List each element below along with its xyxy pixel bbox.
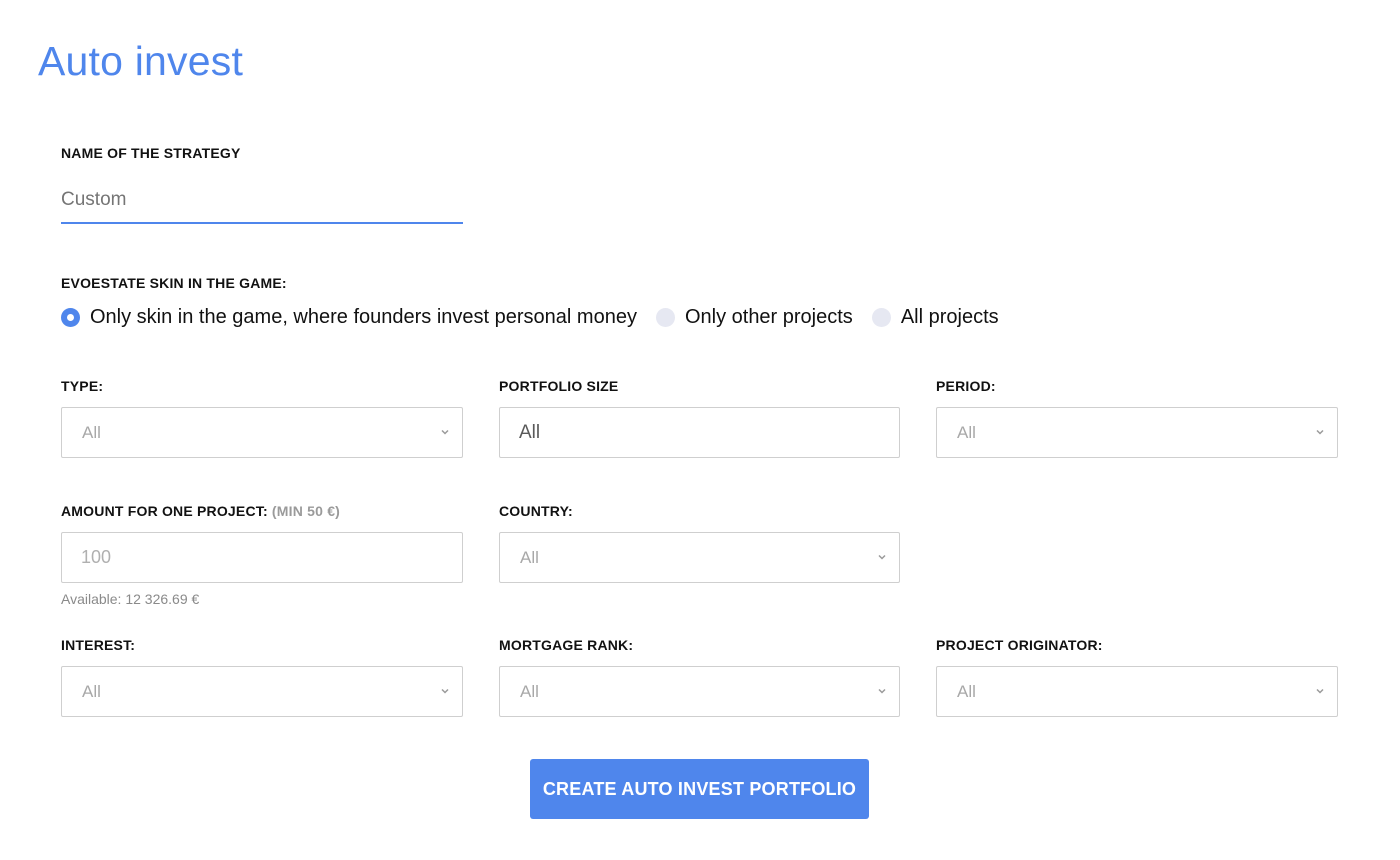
amount-min-note: (MIN 50 €) xyxy=(271,503,341,519)
project-originator-select-value: All xyxy=(957,681,976,701)
radio-option-label: Only other projects xyxy=(684,305,853,328)
radio-button[interactable] xyxy=(655,307,675,327)
radio-option-skin-only[interactable]: Only skin in the game, where founders in… xyxy=(61,306,637,329)
country-label: COUNTRY: xyxy=(499,503,573,519)
chevron-down-icon xyxy=(878,554,886,560)
chevron-down-icon xyxy=(1316,688,1324,694)
type-select-value: All xyxy=(82,422,101,442)
page-title: Auto invest xyxy=(38,38,244,84)
strategy-name-input[interactable] xyxy=(61,178,463,222)
portfolio-size-input[interactable]: All xyxy=(499,407,900,458)
amount-input[interactable]: 100 xyxy=(61,532,463,583)
chevron-down-icon xyxy=(441,429,449,435)
radio-option-all-projects[interactable]: All projects xyxy=(871,305,999,329)
mortgage-rank-label: MORTGAGE RANK: xyxy=(499,637,634,653)
interest-select-value: All xyxy=(82,681,101,701)
strategy-name-label: NAME OF THE STRATEGY xyxy=(61,145,241,161)
interest-select[interactable]: All xyxy=(61,666,463,717)
radio-button[interactable] xyxy=(871,307,891,327)
available-balance: Available: 12 326.69 € xyxy=(61,591,200,607)
portfolio-size-value: All xyxy=(519,421,541,443)
chevron-down-icon xyxy=(441,688,449,694)
radio-option-other-projects[interactable]: Only other projects xyxy=(655,305,853,329)
create-auto-invest-portfolio-button[interactable]: CREATE AUTO INVEST PORTFOLIO xyxy=(530,759,869,819)
amount-label-text: AMOUNT FOR ONE PROJECT: xyxy=(61,503,268,519)
chevron-down-icon xyxy=(1316,429,1324,435)
amount-label: AMOUNT FOR ONE PROJECT: (MIN 50 €) xyxy=(61,503,340,519)
period-label: PERIOD: xyxy=(936,378,996,394)
skin-in-game-label: EVOESTATE SKIN IN THE GAME: xyxy=(61,275,287,291)
project-originator-select[interactable]: All xyxy=(936,666,1338,717)
period-select[interactable]: All xyxy=(936,407,1338,458)
type-label: TYPE: xyxy=(61,378,104,394)
project-originator-label: PROJECT ORIGINATOR: xyxy=(936,637,1103,653)
amount-input-value: 100 xyxy=(81,547,112,567)
radio-button-checked[interactable] xyxy=(61,307,80,327)
skin-in-game-radio-group: Only skin in the game, where founders in… xyxy=(61,304,1018,330)
chevron-down-icon xyxy=(878,688,886,694)
portfolio-size-label: PORTFOLIO SIZE xyxy=(499,378,619,394)
type-select[interactable]: All xyxy=(61,407,463,458)
strategy-name-field xyxy=(61,178,463,224)
auto-invest-page: Auto invest NAME OF THE STRATEGY EVOESTA… xyxy=(0,0,1400,860)
period-select-value: All xyxy=(957,422,976,442)
radio-option-label: Only skin in the game, where founders in… xyxy=(90,305,637,328)
country-select[interactable]: All xyxy=(499,532,900,583)
mortgage-rank-select[interactable]: All xyxy=(499,666,900,717)
country-select-value: All xyxy=(520,547,539,567)
radio-option-label: All projects xyxy=(900,305,999,328)
interest-label: INTEREST: xyxy=(61,637,136,653)
mortgage-rank-select-value: All xyxy=(520,681,539,701)
